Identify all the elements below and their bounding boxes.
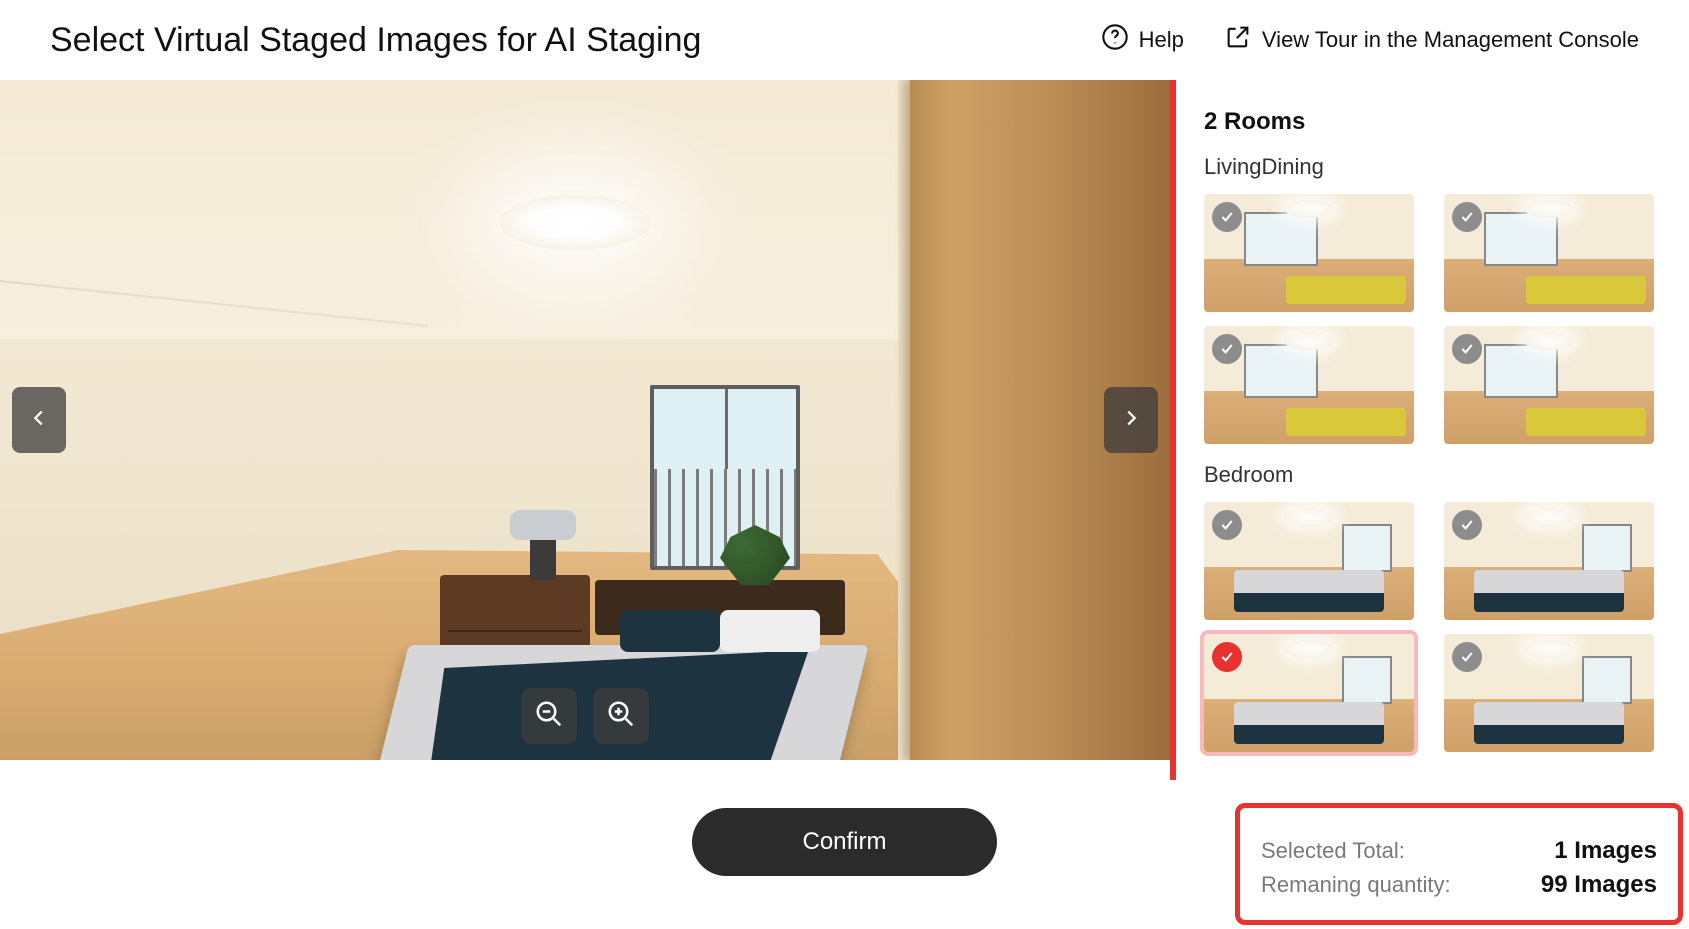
external-link-icon xyxy=(1224,23,1252,57)
check-icon xyxy=(1212,642,1242,672)
prev-button[interactable] xyxy=(12,387,66,453)
header: Select Virtual Staged Images for AI Stag… xyxy=(0,0,1689,80)
summary-box: Selected Total: 1 Images Remaning quanti… xyxy=(1239,813,1679,921)
thumbnail[interactable] xyxy=(1204,502,1414,620)
thumb-grid-bedroom xyxy=(1204,502,1665,752)
scene-lamp xyxy=(510,510,576,540)
confirm-button[interactable]: Confirm xyxy=(692,808,996,876)
view-tour-label: View Tour in the Management Console xyxy=(1262,27,1639,53)
zoom-out-button[interactable] xyxy=(521,688,577,744)
content: 2 Rooms LivingDining Bedroom xyxy=(0,80,1689,780)
thumbnail[interactable] xyxy=(1204,194,1414,312)
next-button[interactable] xyxy=(1104,387,1158,453)
zoom-out-icon xyxy=(534,699,564,734)
sidebar: 2 Rooms LivingDining Bedroom xyxy=(1176,80,1689,780)
check-icon xyxy=(1452,510,1482,540)
thumbnail[interactable] xyxy=(1444,634,1654,752)
thumbnail[interactable] xyxy=(1444,326,1654,444)
chevron-right-icon xyxy=(1120,407,1142,434)
zoom-controls xyxy=(521,688,649,744)
selected-total-label: Selected Total: xyxy=(1261,838,1405,864)
room-name-bedroom: Bedroom xyxy=(1204,462,1665,488)
scene-ceiling-light xyxy=(500,195,650,250)
thumbnail[interactable] xyxy=(1204,634,1414,752)
remaining-quantity-label: Remaning quantity: xyxy=(1261,872,1451,898)
rooms-count: 2 Rooms xyxy=(1204,108,1665,136)
selected-total-value: 1 Images xyxy=(1554,837,1657,865)
help-link[interactable]: Help xyxy=(1101,23,1184,57)
thumbnail[interactable] xyxy=(1444,194,1654,312)
page-title: Select Virtual Staged Images for AI Stag… xyxy=(50,21,701,60)
check-icon xyxy=(1212,202,1242,232)
remaining-quantity-value: 99 Images xyxy=(1541,871,1657,899)
help-label: Help xyxy=(1139,27,1184,53)
check-icon xyxy=(1452,334,1482,364)
thumbnail[interactable] xyxy=(1444,502,1654,620)
image-viewer[interactable] xyxy=(0,80,1170,760)
help-icon xyxy=(1101,23,1129,57)
chevron-left-icon xyxy=(28,407,50,434)
check-icon xyxy=(1452,642,1482,672)
thumb-grid-livingdining xyxy=(1204,194,1665,444)
thumbnail[interactable] xyxy=(1204,326,1414,444)
view-tour-link[interactable]: View Tour in the Management Console xyxy=(1224,23,1639,57)
zoom-in-icon xyxy=(606,699,636,734)
check-icon xyxy=(1212,334,1242,364)
header-actions: Help View Tour in the Management Console xyxy=(1101,23,1639,57)
zoom-in-button[interactable] xyxy=(593,688,649,744)
check-icon xyxy=(1212,510,1242,540)
check-icon xyxy=(1452,202,1482,232)
room-name-livingdining: LivingDining xyxy=(1204,154,1665,180)
